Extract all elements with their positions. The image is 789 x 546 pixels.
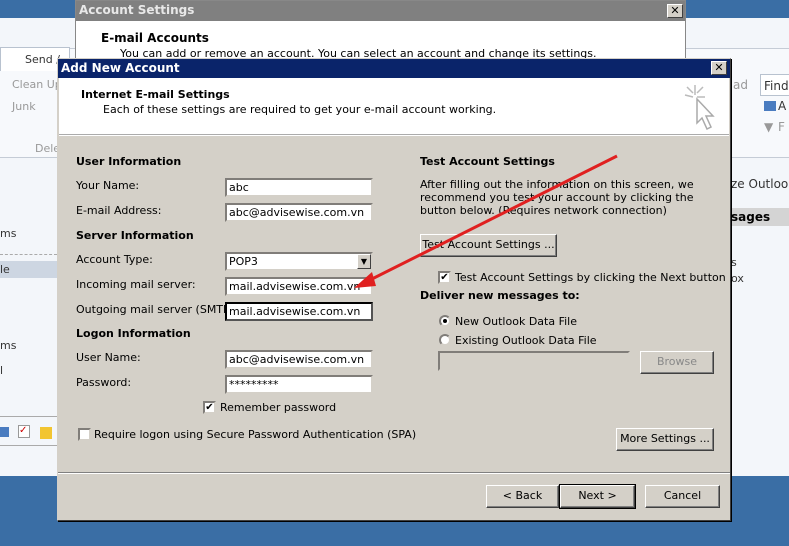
new-data-file-label: New Outlook Data File bbox=[455, 315, 577, 328]
cancel-button[interactable]: Cancel bbox=[645, 485, 720, 508]
account-type-value: POP3 bbox=[229, 255, 258, 268]
user-info-heading: User Information bbox=[76, 155, 182, 168]
next-button[interactable]: Next > bbox=[559, 484, 636, 509]
email-label: E-mail Address: bbox=[76, 204, 162, 217]
spa-checkbox[interactable] bbox=[78, 428, 91, 441]
password-input[interactable]: ********* bbox=[225, 375, 373, 394]
chevron-down-icon[interactable]: ▼ bbox=[357, 254, 371, 269]
header-title: Internet E-mail Settings bbox=[81, 88, 230, 101]
dialog-header: Internet E-mail Settings Each of these s… bbox=[59, 78, 729, 136]
username-label: User Name: bbox=[76, 351, 141, 364]
test-next-checkbox[interactable]: ✔ bbox=[438, 271, 451, 284]
test-account-settings-button[interactable]: Test Account Settings ... bbox=[420, 234, 557, 257]
existing-data-file-radio[interactable] bbox=[439, 334, 451, 346]
new-data-file-radio[interactable] bbox=[439, 315, 451, 327]
incoming-label: Incoming mail server: bbox=[76, 278, 196, 291]
test-settings-heading: Test Account Settings bbox=[420, 155, 555, 168]
username-input[interactable]: abc@advisewise.com.vn bbox=[225, 350, 373, 369]
existing-data-file-label: Existing Outlook Data File bbox=[455, 334, 597, 347]
add-new-account-dialog: Add New Account ✕ Internet E-mail Settin… bbox=[57, 58, 731, 521]
test-settings-desc: After filling out the information on thi… bbox=[420, 178, 694, 217]
account-type-select[interactable]: POP3 ▼ bbox=[225, 252, 373, 271]
outgoing-label: Outgoing mail server (SMTP): bbox=[76, 303, 238, 316]
incoming-server-input[interactable]: mail.advisewise.com.vn bbox=[225, 277, 373, 296]
wizard-cursor-icon bbox=[684, 85, 715, 131]
deliver-heading: Deliver new messages to: bbox=[420, 289, 580, 302]
more-settings-button[interactable]: More Settings ... bbox=[616, 428, 714, 451]
close-icon[interactable]: ✕ bbox=[711, 61, 727, 75]
header-desc: Each of these settings are required to g… bbox=[103, 103, 497, 116]
footer-divider bbox=[58, 472, 730, 474]
password-label: Password: bbox=[76, 376, 132, 389]
browse-button: Browse bbox=[640, 351, 714, 374]
dialog-title-bar: Add New Account bbox=[58, 59, 730, 78]
server-info-heading: Server Information bbox=[76, 229, 194, 242]
remember-password-label: Remember password bbox=[220, 401, 337, 414]
remember-password-checkbox[interactable]: ✔ bbox=[203, 401, 216, 414]
logon-info-heading: Logon Information bbox=[76, 327, 191, 340]
outgoing-server-input[interactable]: mail.advisewise.com.vn bbox=[225, 302, 373, 321]
spa-label: Require logon using Secure Password Auth… bbox=[94, 428, 417, 441]
existing-file-path-input bbox=[438, 351, 630, 371]
your-name-input[interactable]: abc bbox=[225, 178, 373, 197]
email-input[interactable]: abc@advisewise.com.vn bbox=[225, 203, 373, 222]
dialog-title: Add New Account bbox=[61, 61, 180, 75]
back-button[interactable]: < Back bbox=[486, 485, 559, 508]
test-next-label: Test Account Settings by clicking the Ne… bbox=[455, 271, 726, 284]
your-name-label: Your Name: bbox=[76, 179, 140, 192]
account-type-label: Account Type: bbox=[76, 253, 153, 266]
